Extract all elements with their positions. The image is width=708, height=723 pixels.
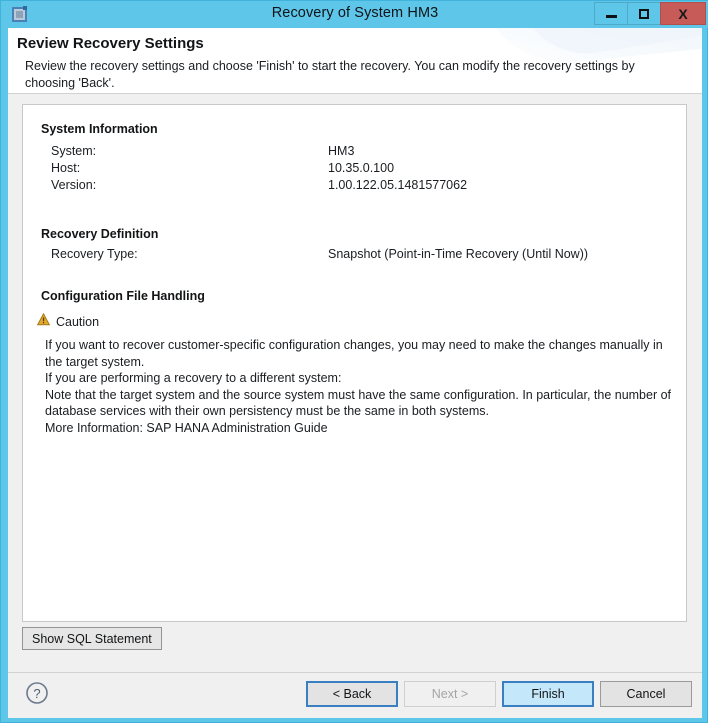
wizard-button-bar: < Back Next > Finish Cancel [306,681,692,707]
settings-review-panel: System Information System: HM3 Host: 10.… [22,104,687,622]
caution-paragraph-4: More Information: SAP HANA Administratio… [45,420,328,435]
row-value-version: 1.00.122.05.1481577062 [328,178,468,192]
wizard-body: System Information System: HM3 Host: 10.… [8,94,702,672]
caution-label: Caution [56,315,100,329]
section-heading-recovery-definition: Recovery Definition [41,227,159,241]
cancel-button[interactable]: Cancel [600,681,692,707]
caution-paragraph-3: Note that the target system and the sour… [45,387,672,419]
wizard-header: Review Recovery Settings Review the reco… [8,28,702,93]
minimize-icon [605,15,617,18]
maximize-button[interactable] [627,2,660,25]
row-value-system: HM3 [328,144,355,158]
recovery-wizard-window: Recovery of System HM3 X Review Recovery… [0,0,708,723]
row-value-recovery-type: Snapshot (Point-in-Time Recovery (Until … [328,247,589,261]
warning-icon [36,312,51,331]
help-icon[interactable]: ? [25,681,49,705]
page-title: Review Recovery Settings [17,35,204,52]
row-value-host: 10.35.0.100 [328,161,395,175]
back-button[interactable]: < Back [306,681,398,707]
row-label-recovery-type: Recovery Type: [51,247,138,261]
title-bar: Recovery of System HM3 X [1,1,708,28]
row-label-host: Host: [51,161,81,175]
window-controls: X [594,2,706,26]
section-heading-configuration-file-handling: Configuration File Handling [41,289,205,303]
page-subtitle: Review the recovery settings and choose … [25,59,635,90]
row-label-version: Version: [51,178,97,192]
finish-button[interactable]: Finish [502,681,594,707]
wizard-footer: ? < Back Next > Finish Cancel [8,672,702,718]
maximize-icon [639,8,649,19]
next-button: Next > [404,681,496,707]
close-button[interactable]: X [660,2,706,25]
svg-text:?: ? [33,686,40,701]
caution-paragraphs: If you want to recover customer-specific… [45,337,680,436]
show-sql-statement-button[interactable]: Show SQL Statement [22,627,162,650]
caution-paragraph-1: If you want to recover customer-specific… [45,338,663,369]
close-icon: X [678,5,688,22]
section-heading-system-information: System Information [41,122,158,136]
caution-paragraph-2: If you are performing a recovery to a di… [45,371,342,385]
row-label-system: System: [51,144,97,158]
minimize-button[interactable] [594,2,627,25]
caution-notice: Caution [36,312,100,331]
